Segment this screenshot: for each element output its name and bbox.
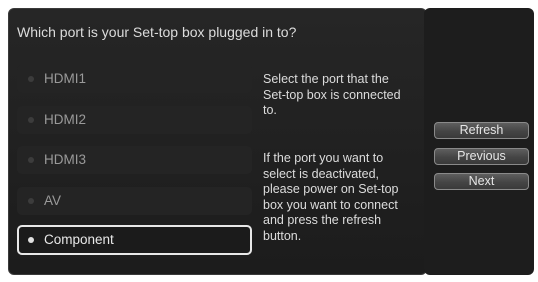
port-option-label: HDMI3 [44,152,87,167]
port-option-label: Component [44,232,114,247]
navigation-panel [424,8,534,275]
port-option-label: HDMI1 [44,71,87,86]
setup-screen: Which port is your Set-top box plugged i… [0,0,538,282]
radio-dot-icon [28,237,34,243]
port-option-hdmi2[interactable]: HDMI2 [17,106,252,134]
radio-dot-icon [28,157,34,163]
port-option-label: HDMI2 [44,112,87,127]
question-heading: Which port is your Set-top box plugged i… [17,24,297,40]
radio-dot-icon [28,198,34,204]
radio-dot-icon [28,117,34,123]
port-option-av[interactable]: AV [17,187,252,215]
next-button[interactable]: Next [434,173,529,190]
help-text-primary: Select the port that the Set-top box is … [263,72,401,117]
port-option-label: AV [44,193,62,208]
port-option-hdmi1[interactable]: HDMI1 [17,65,252,93]
radio-dot-icon [28,76,34,82]
previous-button[interactable]: Previous [434,148,529,165]
port-option-hdmi3[interactable]: HDMI3 [17,146,252,174]
help-text-secondary: If the port you want to select is deacti… [263,151,399,243]
refresh-button[interactable]: Refresh [434,122,529,139]
port-option-component[interactable]: Component [17,225,252,255]
